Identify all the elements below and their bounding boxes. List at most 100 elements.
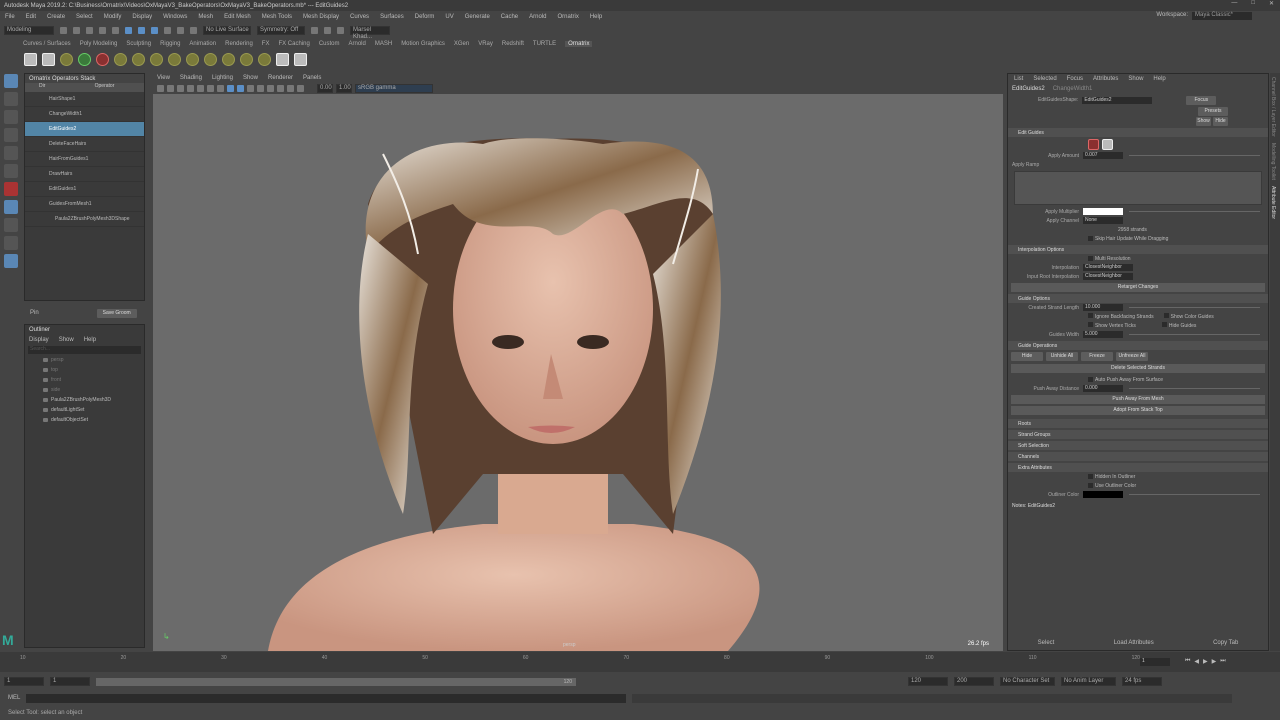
shelf-tab-ornatrix[interactable]: Ornatrix: [565, 41, 593, 47]
surface-comb-icon[interactable]: [222, 53, 235, 66]
menu-windows[interactable]: Windows: [163, 14, 187, 20]
outliner-item[interactable]: side: [25, 385, 144, 395]
range-start-field[interactable]: 1: [4, 677, 44, 686]
outliner-item[interactable]: front: [25, 375, 144, 385]
vp-menu-renderer[interactable]: Renderer: [268, 75, 293, 81]
close-icon[interactable]: ✕: [1269, 0, 1274, 7]
ornatrix-tool-icon[interactable]: [4, 182, 18, 196]
shelf-tab[interactable]: FX Caching: [278, 41, 309, 47]
operators-stack-icon[interactable]: [276, 53, 289, 66]
info-icon[interactable]: [294, 53, 307, 66]
range-bar[interactable]: 120: [96, 677, 576, 686]
shelf-tab[interactable]: Sculpting: [126, 41, 151, 47]
rotate-tool-icon[interactable]: [4, 146, 18, 160]
guides-width-field[interactable]: 5.000: [1083, 331, 1123, 338]
four-view-layout-icon[interactable]: [4, 218, 18, 232]
menu-uv[interactable]: UV: [445, 14, 453, 20]
command-input[interactable]: [26, 693, 627, 703]
resolution-gate-icon[interactable]: [217, 84, 224, 92]
operator-item[interactable]: GuidesFromMesh1: [25, 197, 144, 212]
menu-select[interactable]: Select: [76, 14, 93, 20]
shelf-tab[interactable]: FX: [262, 41, 270, 47]
menu-edit-mesh[interactable]: Edit Mesh: [224, 14, 251, 20]
copy-tab-button[interactable]: Copy Tab: [1213, 640, 1238, 646]
apply-multiplier-swatch[interactable]: [1083, 208, 1123, 215]
save-scene-icon[interactable]: [86, 26, 93, 34]
apply-multiplier-slider[interactable]: [1129, 211, 1260, 212]
vp-menu-view[interactable]: View: [157, 75, 170, 81]
hidden-in-outliner-checkbox[interactable]: Hidden In Outliner: [1008, 472, 1268, 481]
shadows-icon[interactable]: [267, 84, 274, 92]
image-plane-icon[interactable]: [187, 84, 194, 92]
operator-item[interactable]: HairFromGuides1: [25, 152, 144, 167]
outliner-menu-display[interactable]: Display: [29, 337, 49, 343]
hair-from-mesh-icon[interactable]: [24, 53, 37, 66]
menu-display[interactable]: Display: [132, 14, 152, 20]
attr-menu-help[interactable]: Help: [1153, 76, 1165, 82]
lights-icon[interactable]: [257, 84, 264, 92]
apply-amount-slider[interactable]: [1129, 155, 1260, 156]
tab-editguides2[interactable]: EditGuides2: [1012, 86, 1045, 92]
tab-changewidth1[interactable]: ChangeWidth1: [1053, 86, 1093, 92]
character-set-dropdown[interactable]: No Character Set: [1000, 677, 1055, 686]
color-space-dropdown[interactable]: sRGB gamma: [355, 83, 433, 93]
move-tool-icon[interactable]: [4, 128, 18, 142]
render-icon[interactable]: [311, 26, 318, 34]
scale-tool-icon[interactable]: [4, 164, 18, 178]
auto-push-checkbox[interactable]: Auto Push Away From Surface: [1008, 375, 1268, 384]
use-outliner-color-checkbox[interactable]: Use Outliner Color: [1008, 481, 1268, 490]
shelf-tab[interactable]: Curves / Surfaces: [23, 41, 71, 47]
attr-menu-focus[interactable]: Focus: [1067, 76, 1083, 82]
render-hair-icon[interactable]: [96, 53, 109, 66]
section-interpolation-options[interactable]: Interpolation Options: [1008, 245, 1268, 254]
apply-ramp-graph[interactable]: [1014, 171, 1262, 205]
outliner-search[interactable]: Search...: [28, 346, 141, 354]
attr-menu-show[interactable]: Show: [1128, 76, 1143, 82]
operator-item[interactable]: EditGuides1: [25, 182, 144, 197]
grid-icon[interactable]: [197, 84, 204, 92]
outliner-item[interactable]: Paula2ZBrushPolyMesh3D: [25, 395, 144, 405]
shelf-tab[interactable]: TURTLE: [533, 41, 556, 47]
fps-dropdown[interactable]: 24 fps: [1122, 677, 1162, 686]
show-vertex-ticks-checkbox[interactable]: Show Vertex Ticks: [1088, 322, 1136, 329]
shelf-tab[interactable]: VRay: [478, 41, 493, 47]
pin-checkbox[interactable]: Pin: [30, 310, 39, 316]
push-distance-field[interactable]: 0.000: [1083, 385, 1123, 392]
side-by-side-layout-icon[interactable]: [4, 236, 18, 250]
menu-modify[interactable]: Modify: [104, 14, 122, 20]
vp-menu-shading[interactable]: Shading: [180, 75, 202, 81]
interpolation-dropdown[interactable]: ClosestNeighbor: [1083, 264, 1133, 271]
live-surface-field[interactable]: No Live Surface: [203, 25, 251, 35]
exposure-field[interactable]: 0.00: [317, 83, 333, 93]
retarget-changes-button[interactable]: Retarget Changes: [1011, 283, 1265, 292]
shelf-tab[interactable]: Redshift: [502, 41, 524, 47]
hide-guides-checkbox[interactable]: Hide Guides: [1161, 322, 1196, 329]
anim-layer-dropdown[interactable]: No Anim Layer: [1061, 677, 1116, 686]
shelf-tab[interactable]: Animation: [189, 41, 216, 47]
maximize-icon[interactable]: □: [1251, 0, 1255, 7]
symmetry-dropdown[interactable]: Symmetry: Off: [257, 25, 305, 35]
camera-icon[interactable]: [157, 84, 164, 92]
created-length-field[interactable]: 10.000: [1083, 304, 1123, 311]
section-soft-selection[interactable]: Soft Selection: [1008, 441, 1268, 450]
length-icon[interactable]: [186, 53, 199, 66]
outliner-menu-show[interactable]: Show: [59, 337, 74, 343]
strand-groups-icon[interactable]: [60, 53, 73, 66]
user-account[interactable]: Marsel Khad...: [350, 25, 390, 40]
textured-icon[interactable]: [247, 84, 254, 92]
range-end-field[interactable]: 120: [908, 677, 948, 686]
camera-attributes-icon[interactable]: [167, 84, 174, 92]
shelf-tab[interactable]: Custom: [319, 41, 340, 47]
freeze-button[interactable]: Freeze: [1081, 351, 1113, 361]
menu-curves[interactable]: Curves: [350, 14, 369, 20]
focus-button[interactable]: Focus: [1186, 95, 1217, 105]
section-guide-options[interactable]: Guide Options: [1008, 294, 1268, 303]
vp-menu-show[interactable]: Show: [243, 75, 258, 81]
step-back-icon[interactable]: ◀: [1194, 658, 1199, 665]
menu-set-dropdown[interactable]: Modeling: [4, 25, 54, 35]
isolate-icon[interactable]: [287, 84, 294, 92]
multi-resolution-checkbox[interactable]: Multi Resolution: [1008, 254, 1268, 263]
adopt-from-stack-top-button[interactable]: Adopt From Stack Top: [1011, 406, 1265, 415]
grow-hair-icon[interactable]: [78, 53, 91, 66]
operator-item[interactable]: ChangeWidth1: [25, 107, 144, 122]
